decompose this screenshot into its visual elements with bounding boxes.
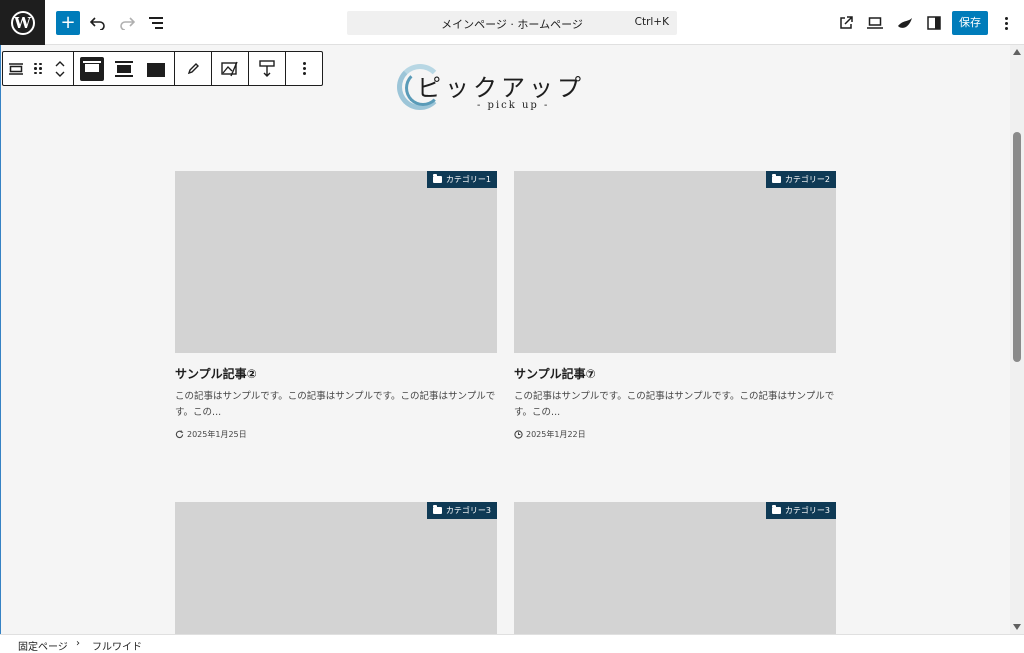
drag-handle[interactable]: [27, 52, 49, 85]
undo-icon: [90, 17, 105, 30]
wordpress-logo-button[interactable]: W: [0, 0, 45, 45]
editor-header: W + メインページ · ホームページ Ctrl+K 保存: [0, 0, 1024, 45]
post-excerpt: この記事はサンプルです。この記事はサンプルです。この記事はサンプルです。この..…: [514, 391, 835, 418]
external-link-icon: [840, 16, 853, 29]
scroll-down-arrow-icon[interactable]: [1013, 624, 1021, 630]
redo-button[interactable]: [115, 11, 139, 35]
post-title[interactable]: サンプル記事⑦: [514, 365, 836, 382]
align-bottom-button[interactable]: [140, 52, 172, 85]
category-badge: カテゴリー3: [426, 502, 497, 519]
document-overview-button[interactable]: [144, 11, 168, 35]
block-toolbar-group: [74, 52, 175, 85]
block-options-button[interactable]: [288, 52, 320, 85]
wordpress-icon: W: [10, 10, 35, 35]
heading-subtitle: - pick up -: [477, 100, 550, 111]
document-title: メインページ · ホームページ: [441, 18, 583, 31]
breadcrumb-item[interactable]: 固定ページ: [18, 638, 68, 653]
folder-icon: [432, 174, 442, 183]
section-heading[interactable]: ピックアップ - pick up -: [397, 62, 597, 118]
post-card[interactable]: カテゴリー1 サンプル記事② この記事はサンプルです。この記事はサンプルです。こ…: [175, 171, 497, 440]
breadcrumb-item[interactable]: フルワイド: [92, 638, 142, 653]
post-card[interactable]: カテゴリー2 サンプル記事⑦ この記事はサンプルです。この記事はサンプルです。こ…: [514, 171, 836, 440]
block-toolbar-group: [212, 52, 249, 85]
device-preview-button[interactable]: [863, 11, 887, 35]
heading-title: ピックアップ: [417, 74, 585, 102]
align-top-icon: [83, 60, 101, 77]
align-center-icon: [115, 60, 133, 77]
block-toolbar: [2, 51, 323, 86]
sidebar-icon: [927, 16, 941, 30]
folder-icon: [771, 505, 781, 514]
post-thumbnail[interactable]: カテゴリー3: [175, 502, 497, 634]
content-position-icon: [259, 59, 275, 77]
edit-button[interactable]: [177, 52, 209, 85]
editor-canvas[interactable]: ピックアップ - pick up - カテゴリー1 サンプル記事② この記事はサ…: [0, 45, 1010, 634]
drag-icon: [34, 62, 42, 75]
swell-logo-icon: [898, 18, 912, 28]
breadcrumb-separator: ›: [76, 638, 80, 649]
folder-icon: [771, 174, 781, 183]
post-date-text: 2025年1月25日: [187, 430, 247, 439]
replace-media-button[interactable]: [214, 52, 246, 85]
view-page-button[interactable]: [834, 11, 858, 35]
block-toolbar-group: [175, 52, 212, 85]
scroll-up-arrow-icon[interactable]: [1013, 49, 1021, 55]
post-date: 2025年1月25日: [175, 429, 497, 440]
category-label: カテゴリー2: [784, 175, 830, 184]
align-top-button[interactable]: [80, 56, 104, 81]
post-thumbnail[interactable]: カテゴリー1: [175, 171, 497, 353]
save-button[interactable]: 保存: [952, 11, 988, 35]
category-badge: カテゴリー2: [765, 171, 836, 188]
align-bottom-icon: [147, 61, 165, 77]
shortcut-hint: Ctrl+K: [634, 16, 669, 28]
post-thumbnail[interactable]: カテゴリー2: [514, 171, 836, 353]
settings-sidebar-button[interactable]: [922, 11, 946, 35]
category-label: カテゴリー1: [445, 175, 491, 184]
chevron-up-down-icon: [55, 60, 65, 77]
post-date-text: 2025年1月22日: [526, 430, 586, 439]
canvas-scrollbar[interactable]: [1010, 45, 1024, 634]
laptop-icon: [867, 17, 883, 29]
category-label: カテゴリー3: [445, 506, 491, 515]
category-badge: カテゴリー3: [765, 502, 836, 519]
media-icon: [221, 61, 238, 76]
cover-block-icon: [9, 62, 23, 75]
more-vertical-icon: [302, 62, 306, 75]
post-card[interactable]: カテゴリー3: [175, 502, 497, 634]
pencil-icon: [187, 62, 199, 74]
post-excerpt: この記事はサンプルです。この記事はサンプルです。この記事はサンプルです。この..…: [175, 391, 496, 418]
clock-icon: [514, 430, 523, 439]
post-title[interactable]: サンプル記事②: [175, 365, 497, 382]
folder-icon: [432, 505, 442, 514]
options-menu-button[interactable]: [996, 11, 1016, 35]
align-center-button[interactable]: [108, 52, 140, 85]
scroll-thumb[interactable]: [1013, 132, 1021, 362]
plugin-button[interactable]: [893, 11, 917, 35]
post-thumbnail[interactable]: カテゴリー3: [514, 502, 836, 634]
category-label: カテゴリー3: [784, 506, 830, 515]
move-up-down-button[interactable]: [49, 52, 71, 85]
command-palette-button[interactable]: メインページ · ホームページ Ctrl+K: [347, 11, 677, 35]
undo-button[interactable]: [86, 11, 110, 35]
list-view-icon: [149, 14, 163, 32]
post-date: 2025年1月22日: [514, 429, 836, 440]
cover-block-button[interactable]: [5, 52, 27, 85]
refresh-icon: [175, 430, 184, 439]
block-toolbar-group: [286, 52, 322, 85]
redo-icon: [120, 17, 135, 30]
post-card[interactable]: カテゴリー3: [514, 502, 836, 634]
block-toolbar-group: [249, 52, 286, 85]
category-badge: カテゴリー1: [426, 171, 497, 188]
change-content-position-button[interactable]: [251, 52, 283, 85]
block-breadcrumb: 固定ページ › フルワイド: [0, 634, 1024, 653]
block-inserter-button[interactable]: +: [56, 11, 80, 35]
block-toolbar-group: [3, 52, 74, 85]
